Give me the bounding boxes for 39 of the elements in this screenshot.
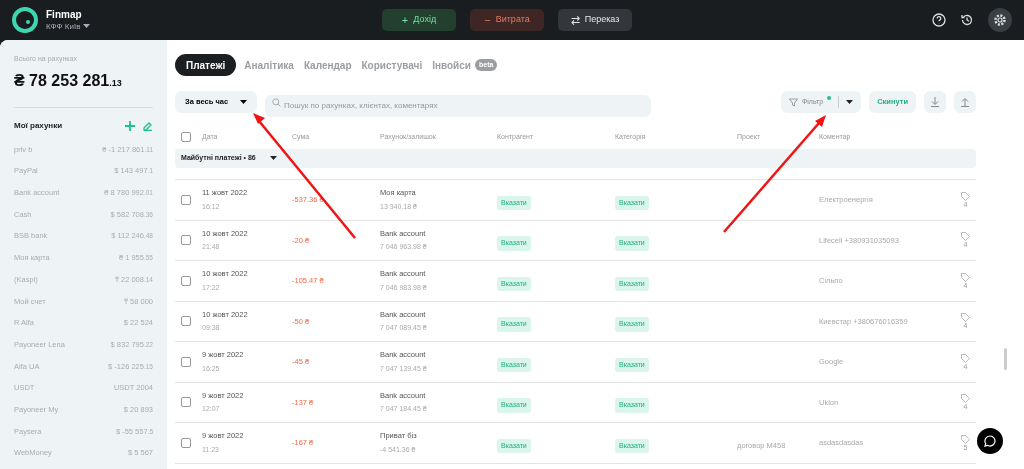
search-icon bbox=[272, 98, 282, 107]
tab[interactable]: Користувачі bbox=[359, 54, 425, 76]
income-button[interactable]: + Дохід bbox=[382, 9, 456, 31]
tab[interactable]: Платежі bbox=[175, 54, 237, 76]
caret-icon bbox=[240, 99, 248, 105]
row-checkbox[interactable] bbox=[181, 235, 191, 246]
scrollbar-thumb[interactable] bbox=[1004, 348, 1007, 370]
accounts-title: Мої рахунки bbox=[14, 119, 63, 132]
row-checkbox[interactable] bbox=[181, 194, 191, 205]
transfer-button[interactable]: ⇄ Переказ bbox=[558, 9, 632, 31]
help-icon[interactable] bbox=[932, 13, 946, 27]
logo-icon bbox=[12, 7, 38, 33]
tab[interactable]: Календар bbox=[301, 54, 354, 76]
row-checkbox[interactable] bbox=[181, 437, 191, 448]
filter-icon bbox=[788, 97, 798, 107]
row-checkbox[interactable] bbox=[181, 275, 191, 286]
settings-icon bbox=[993, 13, 1007, 27]
edit-icon[interactable] bbox=[143, 120, 153, 131]
row-checkbox[interactable] bbox=[181, 316, 191, 327]
caret-icon bbox=[83, 24, 91, 29]
company-selector[interactable]: КФФ Київ bbox=[46, 22, 91, 31]
upload-icon bbox=[960, 97, 970, 107]
caret-icon[interactable] bbox=[846, 99, 854, 105]
caret-icon bbox=[269, 156, 277, 161]
expense-button[interactable]: − Витрата bbox=[470, 9, 544, 31]
download-icon bbox=[930, 97, 940, 107]
row-checkbox[interactable] bbox=[181, 356, 191, 367]
chat-icon bbox=[984, 435, 996, 447]
history-icon[interactable] bbox=[960, 13, 974, 27]
add-icon[interactable] bbox=[125, 120, 135, 131]
upload-button[interactable] bbox=[954, 91, 976, 113]
tab[interactable]: Аналітика bbox=[242, 54, 296, 76]
select-all-checkbox[interactable] bbox=[181, 132, 191, 142]
search-field[interactable]: Пошук по рахунках, клієнтах, коментарях bbox=[265, 94, 652, 117]
app-name: Finmap bbox=[46, 9, 83, 20]
settings-button[interactable] bbox=[988, 8, 1012, 32]
row-checkbox[interactable] bbox=[181, 397, 191, 408]
download-button[interactable] bbox=[924, 91, 946, 113]
total-balance: ₴ 78 253 281.13 bbox=[14, 70, 123, 91]
